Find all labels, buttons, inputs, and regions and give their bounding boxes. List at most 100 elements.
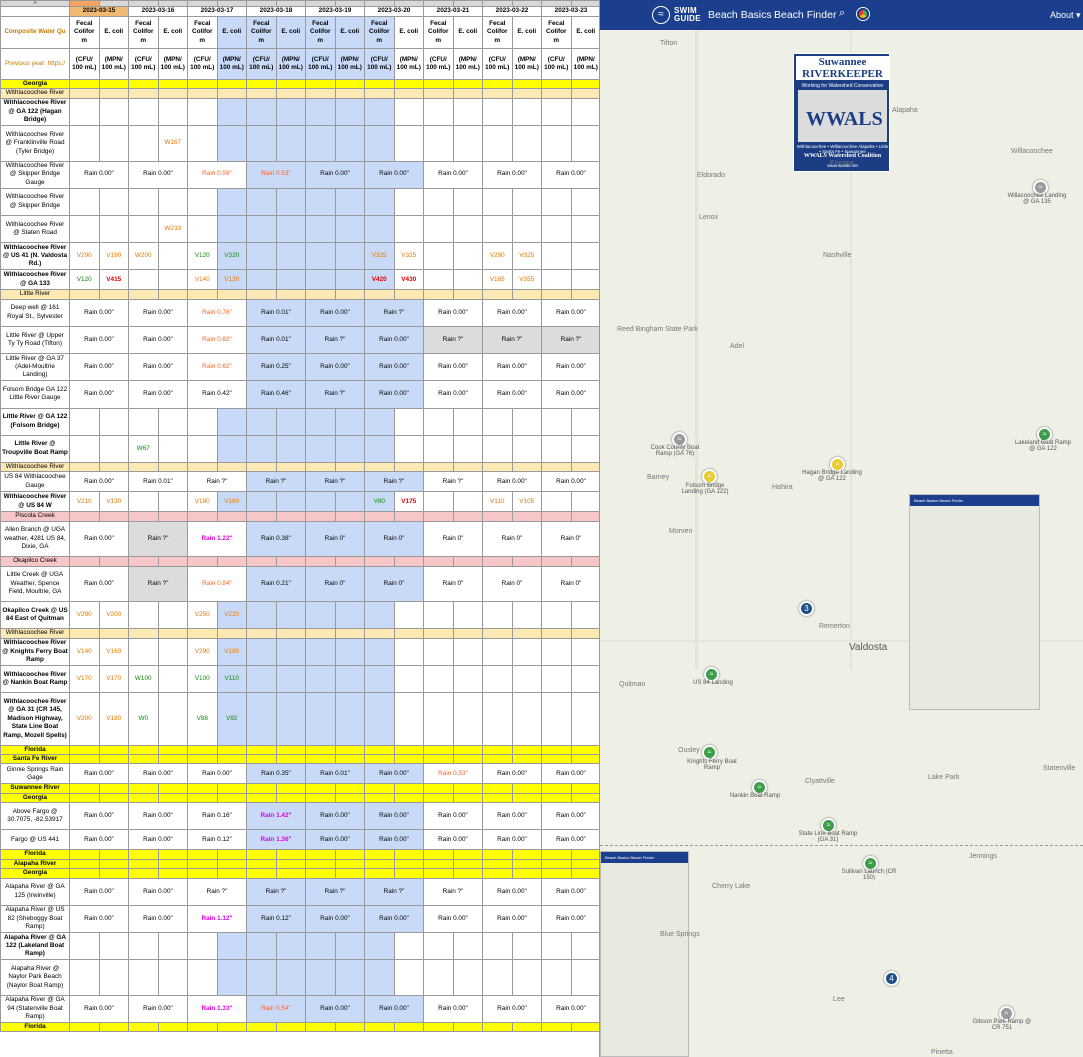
section-cell[interactable] [128, 78, 159, 90]
fecal-coliform-value[interactable] [482, 407, 513, 436]
ecoli-value[interactable] [275, 434, 306, 463]
rain-value[interactable]: Rain 0.00" [482, 380, 542, 409]
fecal-coliform-value[interactable] [305, 434, 336, 463]
section-cell[interactable] [157, 461, 188, 473]
fecal-coliform-value[interactable] [364, 214, 395, 244]
section-cell[interactable] [364, 868, 395, 879]
site-name[interactable]: Withlacoochee River @ Knights Ferry Boat… [0, 637, 70, 667]
brand-name[interactable]: SWIM GUIDE [674, 7, 701, 23]
section-cell[interactable] [187, 78, 218, 90]
section-label[interactable]: Little River [0, 289, 70, 300]
ecoli-value[interactable] [452, 959, 483, 996]
ecoli-value[interactable] [98, 214, 129, 244]
section-cell[interactable] [364, 78, 395, 90]
ecoli-value[interactable] [98, 932, 129, 961]
section-cell[interactable] [423, 88, 454, 99]
section-cell[interactable] [452, 289, 483, 300]
section-cell[interactable] [570, 461, 599, 473]
section-cell[interactable] [275, 792, 306, 804]
ecoli-value[interactable] [511, 187, 542, 216]
ecoli-value[interactable] [334, 932, 365, 961]
section-cell[interactable] [334, 849, 365, 860]
section-cell[interactable] [157, 744, 188, 756]
fecal-coliform-value[interactable] [246, 665, 277, 694]
rain-value[interactable]: Rain 0.25" [246, 353, 306, 382]
section-cell[interactable] [482, 858, 513, 870]
embedded-map-thumbnail[interactable]: Beach Basics Beach Finder [909, 494, 1040, 710]
section-cell[interactable] [69, 792, 100, 804]
header-unit-mpn[interactable]: (MPN/ 100 mL) [157, 48, 188, 80]
section-cell[interactable] [216, 556, 247, 567]
header-fecal-coliform[interactable]: Fecal Colifor m [187, 16, 218, 49]
section-label[interactable]: Florida [0, 849, 70, 860]
beach-marker-label[interactable]: Sullivan Launch (CR 150) [839, 869, 899, 881]
rain-value[interactable]: Rain 0.00" [128, 353, 188, 382]
site-name[interactable]: Withlacoochee River @ GA 133 [0, 269, 70, 291]
section-label[interactable]: Okapilco Creek [0, 556, 70, 567]
fecal-coliform-value[interactable] [482, 214, 513, 244]
ecoli-value[interactable] [393, 665, 424, 694]
rain-value[interactable]: Rain 0.00" [423, 380, 483, 409]
rain-value[interactable]: Rain 0.12" [246, 904, 306, 934]
header-unit-mpn[interactable]: (MPN/ 100 mL) [98, 48, 129, 80]
section-cell[interactable] [334, 868, 365, 879]
fecal-coliform-value[interactable]: V290 [482, 242, 513, 271]
section-cell[interactable] [216, 858, 247, 870]
fecal-coliform-value[interactable]: V290 [187, 637, 218, 667]
section-cell[interactable] [187, 783, 218, 794]
section-cell[interactable] [364, 556, 395, 567]
rain-value[interactable]: Rain 0.00" [128, 877, 188, 906]
fecal-coliform-value[interactable]: V100 [187, 665, 218, 694]
section-cell[interactable] [423, 511, 454, 522]
section-cell[interactable] [334, 556, 365, 567]
section-cell[interactable] [482, 868, 513, 879]
fecal-coliform-value[interactable]: V140 [187, 269, 218, 291]
section-cell[interactable] [541, 628, 572, 639]
section-cell[interactable] [334, 783, 365, 794]
section-cell[interactable] [364, 1021, 395, 1033]
ecoli-value[interactable] [334, 491, 365, 513]
site-name[interactable]: Okapilco Creek @ US 84 East of Quitman [0, 601, 70, 630]
section-cell[interactable] [393, 1021, 424, 1033]
fecal-coliform-value[interactable] [128, 214, 159, 244]
rain-value[interactable]: Rain 0.42" [187, 380, 247, 409]
section-cell[interactable] [246, 754, 277, 765]
section-cell[interactable] [570, 754, 599, 765]
section-cell[interactable] [541, 792, 572, 804]
section-cell[interactable] [69, 858, 100, 870]
fecal-coliform-value[interactable] [423, 692, 454, 746]
fecal-coliform-value[interactable]: V80 [364, 491, 395, 513]
ecoli-value[interactable] [570, 932, 599, 961]
ecoli-value[interactable] [275, 269, 306, 291]
fecal-coliform-value[interactable]: V170 [69, 665, 100, 694]
section-cell[interactable] [305, 88, 336, 99]
section-cell[interactable] [128, 289, 159, 300]
section-cell[interactable] [246, 868, 277, 879]
rain-value[interactable]: Rain 0.00" [128, 802, 188, 831]
section-cell[interactable] [393, 868, 424, 879]
ecoli-value[interactable]: V130 [216, 269, 247, 291]
section-cell[interactable] [541, 858, 572, 870]
section-cell[interactable] [541, 849, 572, 860]
rain-value[interactable]: Rain 0.00" [541, 829, 599, 851]
ecoli-value[interactable]: W167 [157, 125, 188, 162]
ecoli-value[interactable] [334, 665, 365, 694]
section-cell[interactable] [482, 849, 513, 860]
fecal-coliform-value[interactable] [246, 407, 277, 436]
site-name[interactable]: Withlacoochee River @ Nankin Boat Ramp [0, 665, 70, 694]
fecal-coliform-value[interactable] [246, 269, 277, 291]
rain-value[interactable]: Rain 0.00" [364, 380, 424, 409]
fecal-coliform-value[interactable] [187, 214, 218, 244]
header-unit-mpn[interactable]: (MPN/ 100 mL) [452, 48, 483, 80]
fecal-coliform-value[interactable] [482, 434, 513, 463]
rain-value[interactable]: Rain ?" [423, 325, 483, 355]
site-name[interactable]: Alapaha River @ GA 122 (Lakeland Boat Ra… [0, 932, 70, 961]
ecoli-value[interactable] [570, 214, 599, 244]
section-cell[interactable] [452, 88, 483, 99]
section-cell[interactable] [275, 754, 306, 765]
section-cell[interactable] [423, 783, 454, 794]
fecal-coliform-value[interactable] [305, 407, 336, 436]
rain-value[interactable]: Rain 0.00" [128, 829, 188, 851]
rain-value[interactable]: Rain 0.01" [305, 763, 365, 785]
fecal-coliform-value[interactable] [305, 601, 336, 630]
